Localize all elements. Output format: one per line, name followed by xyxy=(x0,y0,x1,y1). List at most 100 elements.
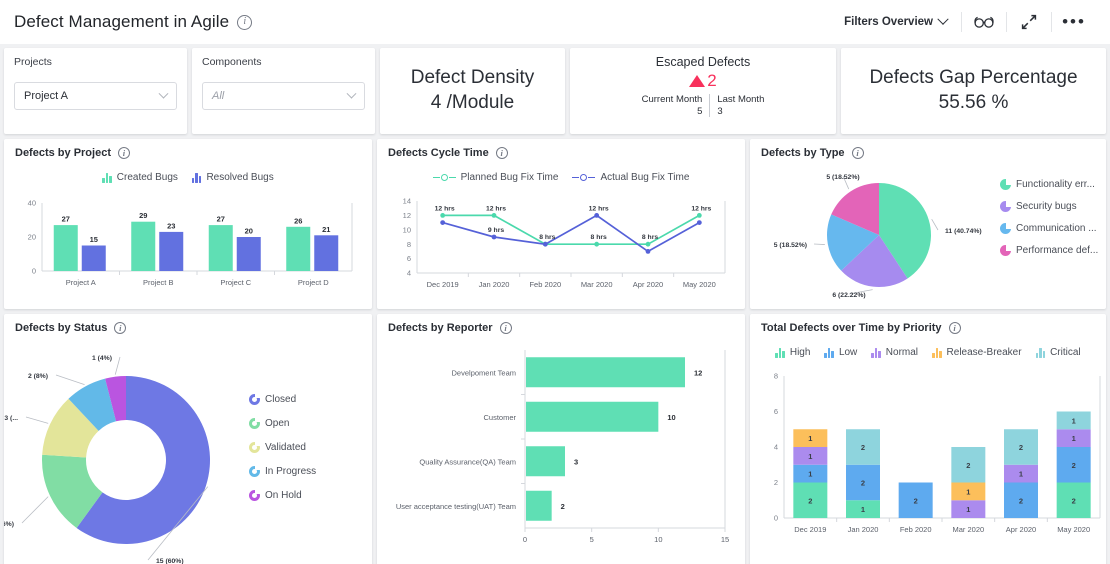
pie-icon xyxy=(1000,223,1011,234)
more-options-icon[interactable]: ••• xyxy=(1052,0,1096,44)
info-icon[interactable]: i xyxy=(851,147,864,159)
svg-text:20: 20 xyxy=(28,233,36,242)
info-icon[interactable]: i xyxy=(948,322,961,334)
legend-label: Closed xyxy=(265,394,297,405)
legend-item-high[interactable]: High xyxy=(775,347,810,358)
legend-item-release-breaker[interactable]: Release-Breaker xyxy=(932,347,1022,358)
svg-text:23: 23 xyxy=(167,221,175,230)
svg-text:3: 3 xyxy=(574,457,578,466)
defects-by-type-title: Defects by Type i xyxy=(761,147,864,159)
svg-text:10: 10 xyxy=(667,413,675,422)
legend-item-on-hold[interactable]: On Hold xyxy=(249,490,316,501)
svg-text:3 (...: 3 (... xyxy=(4,415,18,422)
bar-icon xyxy=(932,347,942,358)
info-icon[interactable]: i xyxy=(114,322,127,334)
svg-text:2: 2 xyxy=(774,478,778,487)
panel-title-text: Defects by Reporter xyxy=(388,322,493,334)
defects-gap-card: Defects Gap Percentage 55.56 % xyxy=(841,48,1106,134)
legend-item-open[interactable]: Open xyxy=(249,418,316,429)
svg-text:Project B: Project B xyxy=(143,278,173,287)
legend-item-functionality-err...[interactable]: Functionality err... xyxy=(1000,179,1098,190)
top-row: Projects Project A Components All Defect… xyxy=(4,48,1106,134)
svg-text:10: 10 xyxy=(654,535,662,544)
page-title: Defect Management in Agile xyxy=(14,12,230,31)
svg-text:9 hrs: 9 hrs xyxy=(488,227,504,234)
legend-item-validated[interactable]: Validated xyxy=(249,442,316,453)
svg-text:1: 1 xyxy=(808,434,812,443)
more-dots: ••• xyxy=(1062,12,1086,31)
legend-item-resolved-bugs[interactable]: Resolved Bugs xyxy=(191,172,274,183)
projects-select[interactable]: Project A xyxy=(14,82,177,110)
filters-overview-dropdown[interactable]: Filters Overview xyxy=(830,13,961,28)
pie-icon xyxy=(1000,245,1011,256)
svg-text:2: 2 xyxy=(1019,496,1023,505)
dashboard-body: Projects Project A Components All Defect… xyxy=(0,44,1110,564)
svg-text:4 (16%): 4 (16%) xyxy=(4,521,14,528)
current-month-label: Current Month xyxy=(641,94,703,105)
defects-by-project-legend: Created Bugs Resolved Bugs xyxy=(4,172,372,183)
components-select[interactable]: All xyxy=(202,82,365,110)
defects-cycle-time-panel: Defects Cycle Time i Planned Bug Fix Tim… xyxy=(377,139,745,309)
legend-item-closed[interactable]: Closed xyxy=(249,394,316,405)
legend-item-created-bugs[interactable]: Created Bugs xyxy=(102,172,178,183)
legend-item-performance-def...[interactable]: Performance def... xyxy=(1000,245,1098,256)
legend-item-planned-bug-fix-time[interactable]: Planned Bug Fix Time xyxy=(432,172,558,183)
legend-item-normal[interactable]: Normal xyxy=(871,347,918,358)
legend-item-security-bugs[interactable]: Security bugs xyxy=(1000,201,1098,212)
info-icon[interactable]: i xyxy=(495,147,508,159)
legend-item-low[interactable]: Low xyxy=(824,347,857,358)
svg-text:1: 1 xyxy=(966,487,970,496)
svg-text:12 hrs: 12 hrs xyxy=(435,205,455,212)
svg-text:2: 2 xyxy=(808,496,812,505)
expand-icon[interactable] xyxy=(1007,0,1051,44)
bar-icon xyxy=(871,347,881,358)
panel-title-text: Defects by Project xyxy=(15,147,111,159)
legend-label: Created Bugs xyxy=(116,172,178,183)
svg-text:6 (22.22%): 6 (22.22%) xyxy=(832,292,865,299)
legend-label: Resolved Bugs xyxy=(206,172,274,183)
chevron-down-icon xyxy=(346,88,357,99)
escaped-defects-delta: 2 xyxy=(689,71,717,91)
info-icon[interactable]: i xyxy=(499,322,512,334)
svg-text:Jan 2020: Jan 2020 xyxy=(479,280,510,289)
svg-text:40: 40 xyxy=(28,199,36,208)
legend-item-critical[interactable]: Critical xyxy=(1035,347,1081,358)
glasses-icon[interactable] xyxy=(962,0,1006,44)
svg-text:1: 1 xyxy=(1019,470,1023,479)
svg-text:12: 12 xyxy=(694,368,702,377)
legend-item-communication-...[interactable]: Communication ... xyxy=(1000,223,1098,234)
defects-cycle-time-title: Defects Cycle Time i xyxy=(388,147,508,159)
last-month-label: Last Month xyxy=(717,94,765,105)
svg-text:8 hrs: 8 hrs xyxy=(642,234,658,241)
chevron-down-icon xyxy=(158,88,169,99)
legend-label: Security bugs xyxy=(1016,201,1077,212)
svg-text:Dec 2019: Dec 2019 xyxy=(794,525,826,534)
legend-label: Functionality err... xyxy=(1016,179,1095,190)
defects-by-status-legend: Closed Open Validated In Progress On Hold xyxy=(249,394,316,501)
svg-text:8: 8 xyxy=(407,240,411,249)
svg-text:Mar 2020: Mar 2020 xyxy=(581,280,613,289)
total-defects-chart: 0 2 4 6 8 2 1 1 1 Dec 2019 1 2 2 Jan 2020 2 Feb 2020 1 1 2… xyxy=(774,372,1101,534)
trend-up-icon xyxy=(689,75,706,87)
svg-text:2: 2 xyxy=(1019,443,1023,452)
defects-cycle-time-chart: 4 6 8 10 12 14 Dec 2019 Jan 2020 Feb 2020 Mar 202… xyxy=(403,197,726,289)
defects-by-status-panel: Defects by Status i 15 (60%) 4 (16%) 3 (..… xyxy=(4,314,372,564)
svg-text:1: 1 xyxy=(1072,434,1076,443)
svg-text:Feb 2020: Feb 2020 xyxy=(529,280,561,289)
svg-text:Project D: Project D xyxy=(298,278,329,287)
donut-icon xyxy=(249,466,260,477)
defects-cycle-time-legend: Planned Bug Fix Time Actual Bug Fix Time xyxy=(377,172,745,183)
escaped-defects-card: Escaped Defects 2 Current Month 5 Last M… xyxy=(570,48,836,134)
escaped-defects-title: Escaped Defects xyxy=(655,55,751,69)
bar-icon xyxy=(775,347,785,358)
page-title-info-icon[interactable]: i xyxy=(237,14,253,30)
legend-label: On Hold xyxy=(265,490,302,501)
legend-item-actual-bug-fix-time[interactable]: Actual Bug Fix Time xyxy=(572,172,689,183)
legend-item-in-progress[interactable]: In Progress xyxy=(249,466,316,477)
panel-title-text: Defects by Type xyxy=(761,147,845,159)
svg-text:5 (18.52%): 5 (18.52%) xyxy=(826,174,859,181)
components-filter-label: Components xyxy=(202,56,262,68)
projects-filter-card: Projects Project A xyxy=(4,48,187,134)
app-header: Defect Management in Agile i Filters Ove… xyxy=(0,0,1110,44)
info-icon[interactable]: i xyxy=(117,147,130,159)
